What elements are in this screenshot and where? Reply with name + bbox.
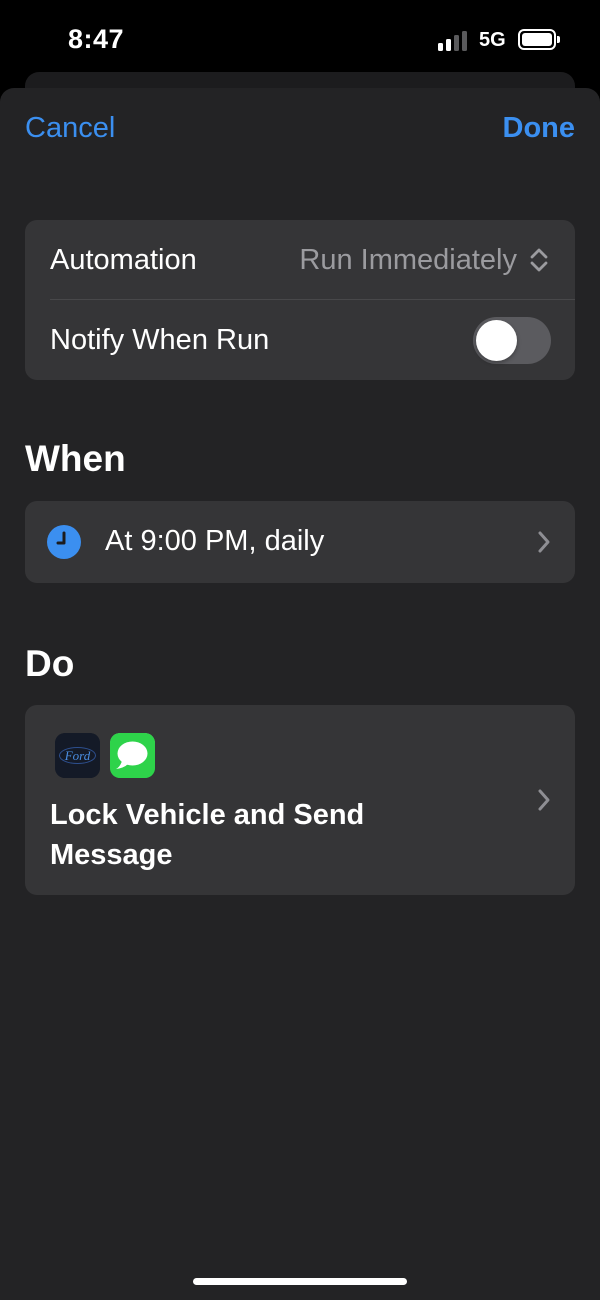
chevron-right-icon [538, 531, 550, 553]
do-section-title: Do [25, 643, 75, 684]
automation-label: Automation [50, 244, 197, 276]
toggle-knob [476, 320, 517, 361]
ford-logo-text: Ford [64, 748, 91, 763]
network-type: 5G [479, 29, 506, 51]
chevron-up-down-icon [530, 248, 548, 272]
automation-value[interactable]: Run Immediately [299, 244, 517, 277]
status-bar: 8:47 5G [0, 0, 600, 80]
automation-sheet: Cancel Done Automation Run Immediately N… [0, 88, 600, 1300]
status-time: 8:47 [68, 24, 125, 54]
notify-row: Notify When Run [25, 300, 575, 380]
cancel-button[interactable]: Cancel [25, 112, 115, 145]
notify-toggle[interactable] [473, 317, 551, 364]
home-indicator[interactable] [193, 1278, 407, 1285]
chevron-right-icon [538, 789, 550, 811]
when-trigger-text: At 9:00 PM, daily [105, 525, 325, 557]
notify-label: Notify When Run [50, 324, 270, 356]
when-trigger-row[interactable]: At 9:00 PM, daily [25, 501, 575, 583]
cellular-signal-icon [438, 31, 470, 51]
clock-icon [47, 525, 81, 559]
messages-app-icon [110, 733, 155, 778]
settings-card: Automation Run Immediately Notify When R… [25, 220, 575, 380]
automation-row[interactable]: Automation Run Immediately [25, 220, 575, 300]
when-section-title: When [25, 438, 126, 479]
ford-app-icon: Ford [55, 733, 100, 778]
battery-icon [518, 29, 560, 50]
done-button[interactable]: Done [503, 112, 576, 145]
do-action-text: Lock Vehicle and Send Message [50, 799, 365, 871]
do-action-row[interactable]: Ford Lock Vehicle and Send Message [25, 705, 575, 895]
